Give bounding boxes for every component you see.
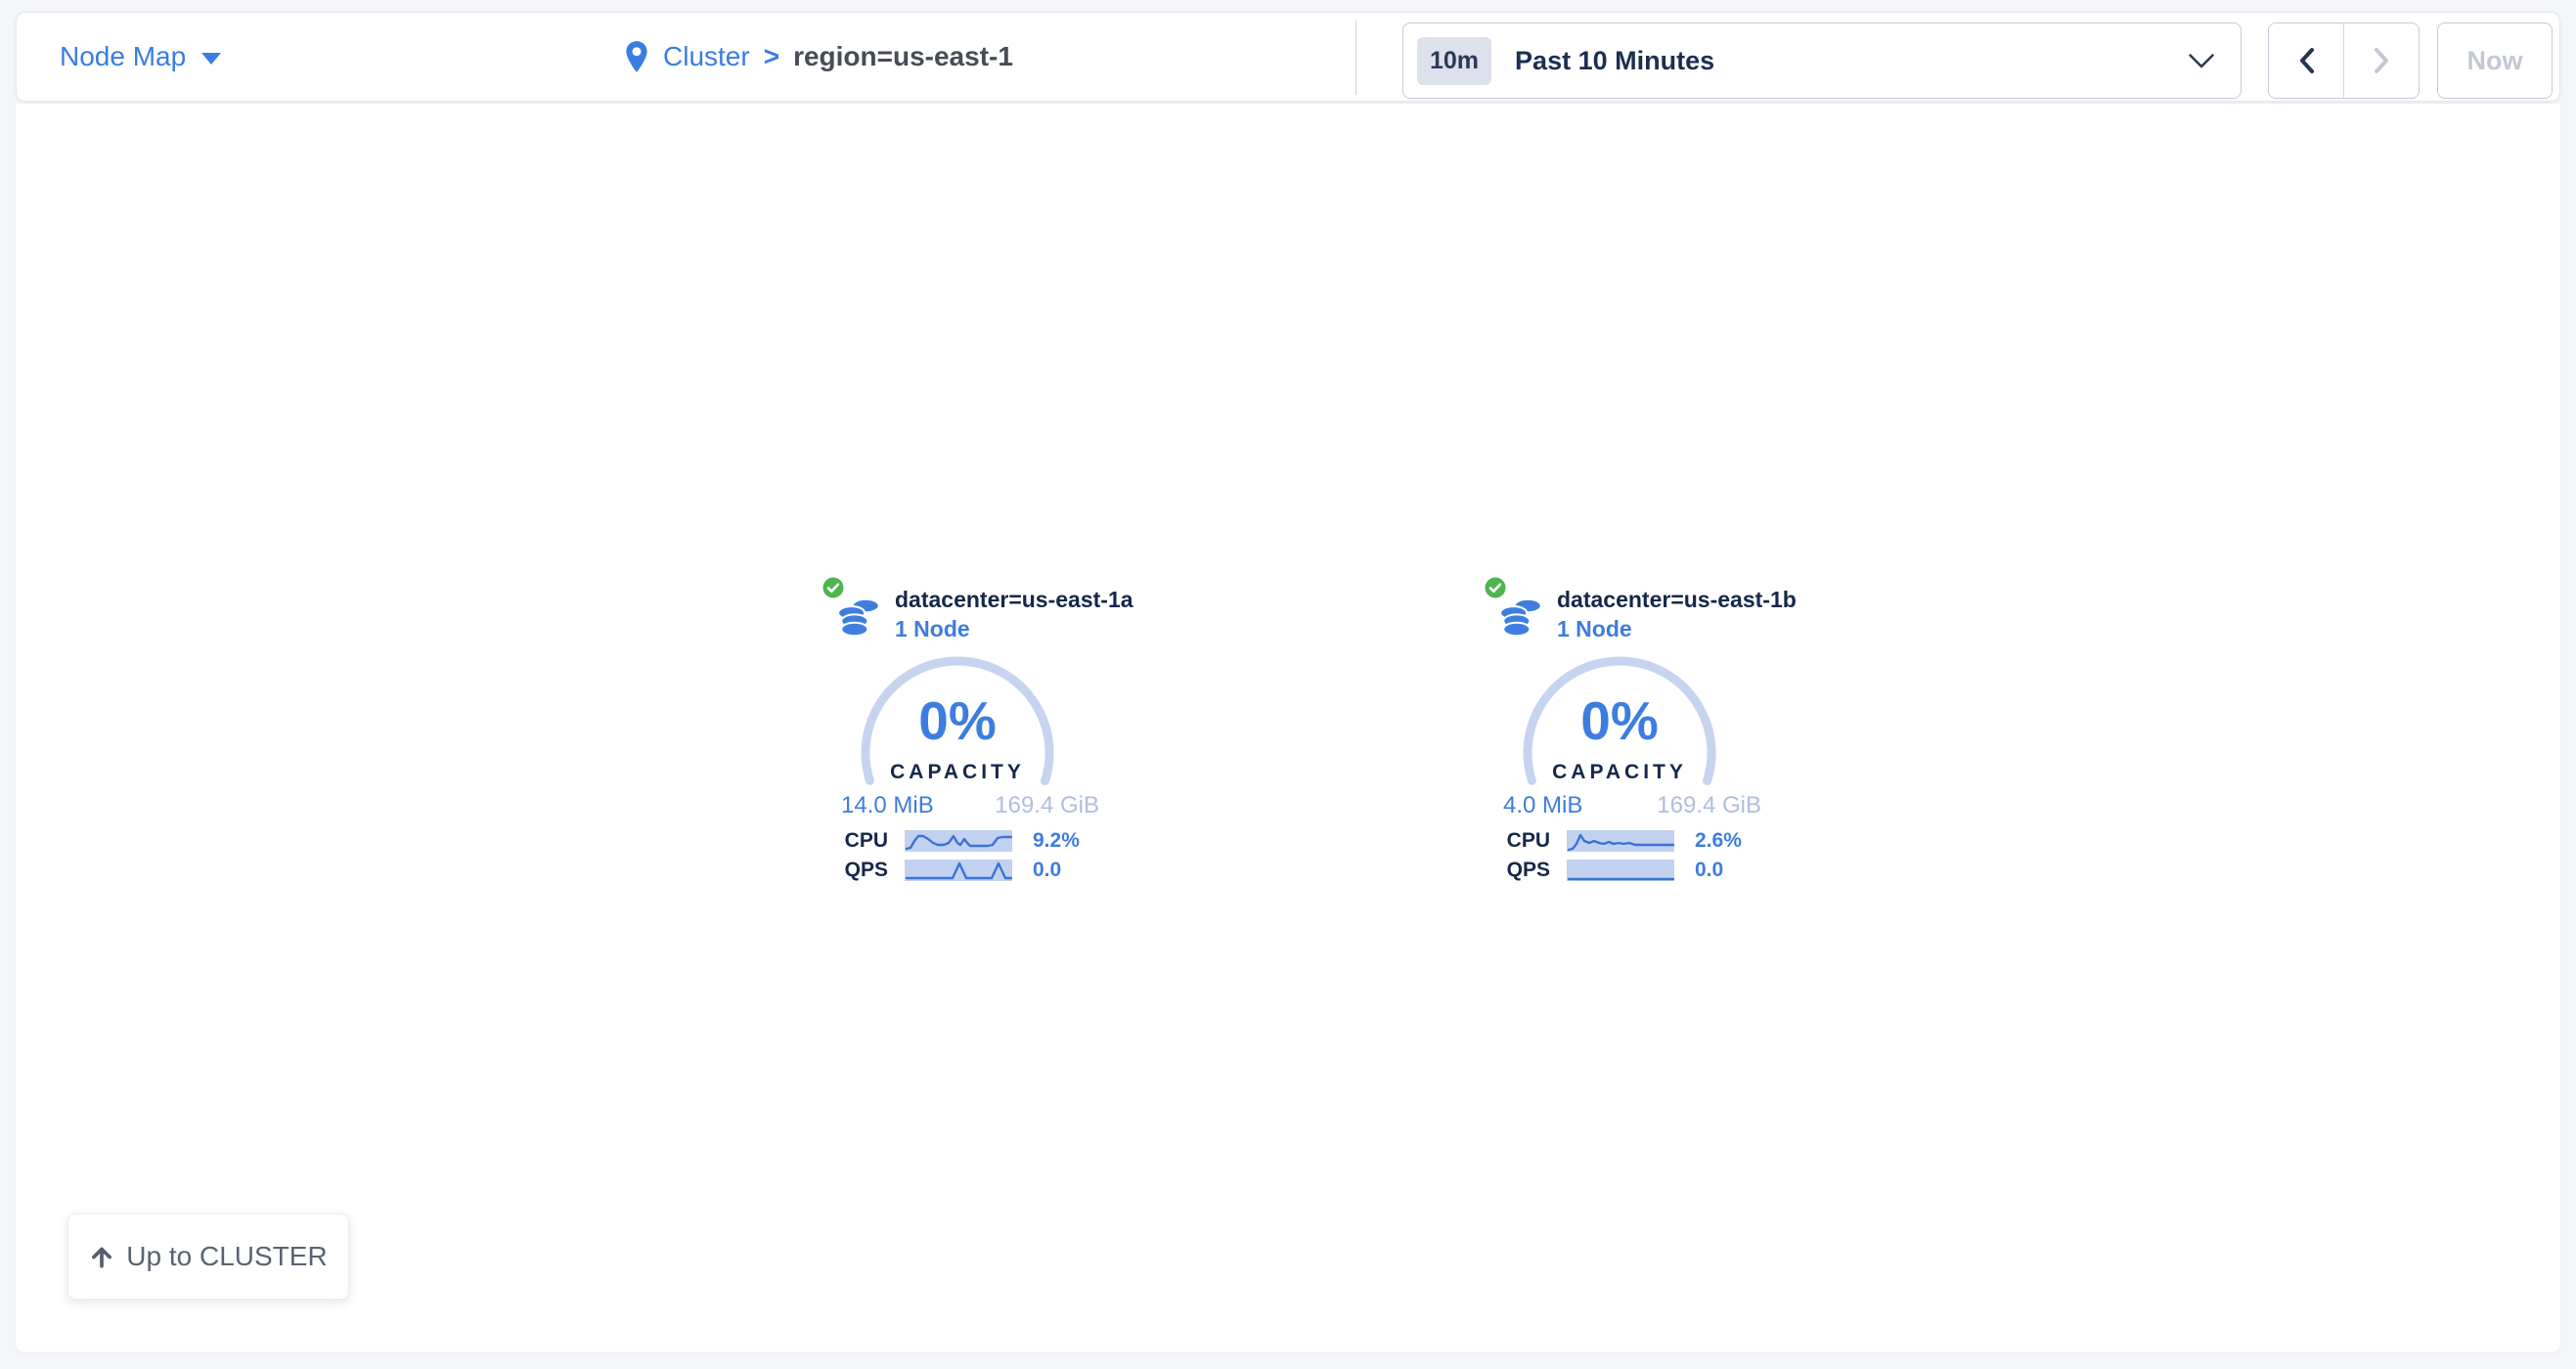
now-button-label: Now — [2467, 46, 2523, 76]
cpu-label: CPU — [1484, 829, 1550, 853]
capacity-percentage: 0% — [1522, 694, 1717, 748]
time-window-selector[interactable]: 10m Past 10 Minutes — [1402, 22, 2242, 99]
breadcrumb-separator: > — [764, 41, 779, 72]
health-check-icon — [821, 575, 846, 605]
capacity-arc — [1522, 655, 1717, 851]
capacity-used: 14.0 MiB — [841, 792, 934, 819]
capacity-gauge: 0% CAPACITY — [1522, 655, 1717, 851]
time-window-label: Past 10 Minutes — [1515, 46, 2164, 76]
qps-metric-row: QPS 0.0 — [1484, 860, 1723, 881]
qps-label: QPS — [822, 859, 888, 882]
chevron-left-icon — [2298, 47, 2315, 74]
capacity-used: 4.0 MiB — [1503, 792, 1582, 819]
datacenter-title: datacenter=us-east-1a — [895, 587, 1133, 613]
node-map-screen: Node Map Cluster > region=us-east-1 10m … — [0, 0, 2576, 1369]
cpu-metric-row: CPU 2.6% — [1484, 830, 1742, 852]
qps-sparkline — [905, 860, 1012, 881]
capacity-values-row: 14.0 MiB 169.4 GiB — [841, 792, 1099, 819]
now-button[interactable]: Now — [2437, 22, 2553, 99]
cpu-metric-row: CPU 9.2% — [822, 830, 1080, 852]
capacity-label: CAPACITY — [860, 761, 1055, 784]
view-selector-label: Node Map — [60, 41, 186, 72]
qps-value: 0.0 — [1033, 859, 1061, 882]
datacenter-card-us-east-1b[interactable]: datacenter=us-east-1b 1 Node 0% CAPACITY… — [1464, 575, 1875, 898]
time-next-button[interactable] — [2344, 23, 2419, 98]
datacenter-node-count: 1 Node — [895, 616, 970, 642]
chevron-right-icon — [2374, 47, 2390, 74]
node-map-panel — [16, 104, 2560, 1352]
cpu-value: 9.2% — [1033, 829, 1080, 853]
datacenter-node-count: 1 Node — [1557, 616, 1632, 642]
qps-label: QPS — [1484, 859, 1550, 882]
cpu-value: 2.6% — [1695, 829, 1742, 853]
capacity-arc — [860, 655, 1055, 851]
cpu-sparkline — [1567, 830, 1674, 852]
capacity-label: CAPACITY — [1522, 761, 1717, 784]
time-prev-button[interactable] — [2269, 23, 2344, 98]
chevron-down-icon — [201, 53, 221, 65]
qps-value: 0.0 — [1695, 859, 1723, 882]
view-selector-dropdown[interactable]: Node Map — [60, 13, 221, 101]
qps-metric-row: QPS 0.0 — [822, 860, 1061, 881]
up-to-cluster-label: Up to CLUSTER — [126, 1241, 327, 1272]
breadcrumb: Cluster > region=us-east-1 — [624, 13, 1013, 101]
capacity-values-row: 4.0 MiB 169.4 GiB — [1503, 792, 1761, 819]
cpu-label: CPU — [822, 829, 888, 853]
health-check-icon — [1483, 575, 1508, 605]
datacenter-card-us-east-1a[interactable]: datacenter=us-east-1a 1 Node 0% CAPACITY… — [802, 575, 1213, 898]
map-pin-icon — [624, 40, 649, 73]
breadcrumb-cluster-link[interactable]: Cluster — [663, 41, 750, 72]
time-window-badge: 10m — [1417, 37, 1491, 85]
capacity-total: 169.4 GiB — [1657, 792, 1761, 819]
up-to-cluster-button[interactable]: Up to CLUSTER — [67, 1214, 349, 1300]
cpu-sparkline — [905, 830, 1012, 852]
breadcrumb-current-region: region=us-east-1 — [793, 41, 1013, 72]
qps-sparkline — [1567, 860, 1674, 881]
capacity-gauge: 0% CAPACITY — [860, 655, 1055, 851]
header-divider — [1355, 21, 1356, 95]
header-bar: Node Map Cluster > region=us-east-1 10m … — [16, 12, 2560, 102]
datacenter-title: datacenter=us-east-1b — [1557, 587, 1797, 613]
chevron-down-icon — [2188, 53, 2215, 69]
time-pager — [2268, 22, 2420, 99]
capacity-percentage: 0% — [860, 694, 1055, 748]
capacity-total: 169.4 GiB — [995, 792, 1099, 819]
arrow-up-icon — [89, 1244, 114, 1269]
